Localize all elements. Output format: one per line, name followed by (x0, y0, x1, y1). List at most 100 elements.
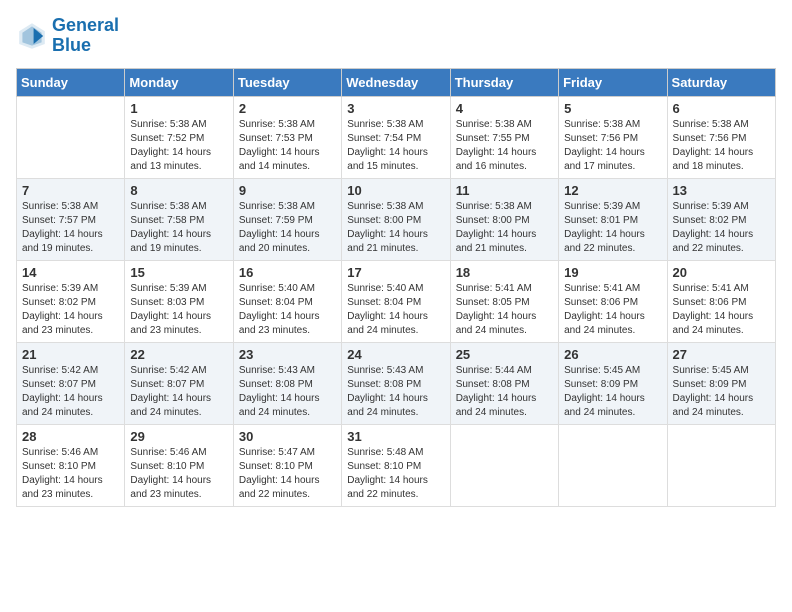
calendar-cell: 2 Sunrise: 5:38 AM Sunset: 7:53 PM Daylig… (233, 96, 341, 178)
calendar-cell: 8 Sunrise: 5:38 AM Sunset: 7:58 PM Daylig… (125, 178, 233, 260)
day-info: Sunrise: 5:38 AM Sunset: 7:52 PM Dayligh… (130, 118, 227, 174)
day-number: 1 (130, 101, 227, 116)
day-info: Sunrise: 5:46 AM Sunset: 8:10 PM Dayligh… (130, 446, 227, 502)
calendar-cell: 4 Sunrise: 5:38 AM Sunset: 7:55 PM Daylig… (450, 96, 558, 178)
col-header-friday: Friday (559, 68, 667, 96)
day-number: 4 (456, 101, 553, 116)
calendar-cell: 15 Sunrise: 5:39 AM Sunset: 8:03 PM Dayli… (125, 260, 233, 342)
day-info: Sunrise: 5:38 AM Sunset: 7:53 PM Dayligh… (239, 118, 336, 174)
day-info: Sunrise: 5:45 AM Sunset: 8:09 PM Dayligh… (564, 364, 661, 420)
day-info: Sunrise: 5:38 AM Sunset: 7:56 PM Dayligh… (673, 118, 770, 174)
calendar-cell: 20 Sunrise: 5:41 AM Sunset: 8:06 PM Dayli… (667, 260, 775, 342)
day-info: Sunrise: 5:41 AM Sunset: 8:06 PM Dayligh… (564, 282, 661, 338)
day-info: Sunrise: 5:38 AM Sunset: 7:56 PM Dayligh… (564, 118, 661, 174)
calendar-cell: 29 Sunrise: 5:46 AM Sunset: 8:10 PM Dayli… (125, 424, 233, 506)
day-number: 23 (239, 347, 336, 362)
calendar-cell: 17 Sunrise: 5:40 AM Sunset: 8:04 PM Dayli… (342, 260, 450, 342)
calendar-cell (450, 424, 558, 506)
day-number: 25 (456, 347, 553, 362)
day-number: 2 (239, 101, 336, 116)
page-header: General Blue (16, 16, 776, 56)
col-header-tuesday: Tuesday (233, 68, 341, 96)
day-info: Sunrise: 5:38 AM Sunset: 7:57 PM Dayligh… (22, 200, 119, 256)
logo: General Blue (16, 16, 119, 56)
col-header-saturday: Saturday (667, 68, 775, 96)
day-number: 29 (130, 429, 227, 444)
logo-text: General Blue (52, 16, 119, 56)
day-info: Sunrise: 5:39 AM Sunset: 8:03 PM Dayligh… (130, 282, 227, 338)
calendar-cell (667, 424, 775, 506)
day-info: Sunrise: 5:48 AM Sunset: 8:10 PM Dayligh… (347, 446, 444, 502)
calendar-cell (17, 96, 125, 178)
day-number: 26 (564, 347, 661, 362)
day-number: 17 (347, 265, 444, 280)
day-info: Sunrise: 5:38 AM Sunset: 8:00 PM Dayligh… (347, 200, 444, 256)
calendar-cell: 16 Sunrise: 5:40 AM Sunset: 8:04 PM Dayli… (233, 260, 341, 342)
day-info: Sunrise: 5:41 AM Sunset: 8:06 PM Dayligh… (673, 282, 770, 338)
calendar-cell: 30Sunrise: 5:47 AM Sunset: 8:10 PM Dayli… (233, 424, 341, 506)
day-info: Sunrise: 5:42 AM Sunset: 8:07 PM Dayligh… (130, 364, 227, 420)
day-info: Sunrise: 5:45 AM Sunset: 8:09 PM Dayligh… (673, 364, 770, 420)
day-number: 5 (564, 101, 661, 116)
calendar-cell: 7 Sunrise: 5:38 AM Sunset: 7:57 PM Daylig… (17, 178, 125, 260)
day-info: Sunrise: 5:38 AM Sunset: 7:58 PM Dayligh… (130, 200, 227, 256)
day-info: Sunrise: 5:40 AM Sunset: 8:04 PM Dayligh… (239, 282, 336, 338)
day-info: Sunrise: 5:41 AM Sunset: 8:05 PM Dayligh… (456, 282, 553, 338)
day-number: 15 (130, 265, 227, 280)
day-number: 11 (456, 183, 553, 198)
day-info: Sunrise: 5:40 AM Sunset: 8:04 PM Dayligh… (347, 282, 444, 338)
col-header-sunday: Sunday (17, 68, 125, 96)
calendar-cell: 28 Sunrise: 5:46 AM Sunset: 8:10 PM Dayli… (17, 424, 125, 506)
day-number: 28 (22, 429, 119, 444)
day-number: 6 (673, 101, 770, 116)
day-info: Sunrise: 5:38 AM Sunset: 8:00 PM Dayligh… (456, 200, 553, 256)
day-info: Sunrise: 5:39 AM Sunset: 8:02 PM Dayligh… (22, 282, 119, 338)
day-info: Sunrise: 5:39 AM Sunset: 8:02 PM Dayligh… (673, 200, 770, 256)
calendar-cell (559, 424, 667, 506)
day-number: 8 (130, 183, 227, 198)
day-info: Sunrise: 5:42 AM Sunset: 8:07 PM Dayligh… (22, 364, 119, 420)
calendar-cell: 24 Sunrise: 5:43 AM Sunset: 8:08 PM Dayli… (342, 342, 450, 424)
calendar-cell: 23 Sunrise: 5:43 AM Sunset: 8:08 PM Dayli… (233, 342, 341, 424)
calendar-cell: 26 Sunrise: 5:45 AM Sunset: 8:09 PM Dayli… (559, 342, 667, 424)
day-info: Sunrise: 5:46 AM Sunset: 8:10 PM Dayligh… (22, 446, 119, 502)
calendar-cell: 14 Sunrise: 5:39 AM Sunset: 8:02 PM Dayli… (17, 260, 125, 342)
day-number: 20 (673, 265, 770, 280)
day-number: 3 (347, 101, 444, 116)
day-number: 14 (22, 265, 119, 280)
calendar-cell: 27 Sunrise: 5:45 AM Sunset: 8:09 PM Dayli… (667, 342, 775, 424)
calendar-cell: 5 Sunrise: 5:38 AM Sunset: 7:56 PM Daylig… (559, 96, 667, 178)
calendar-cell: 13Sunrise: 5:39 AM Sunset: 8:02 PM Dayli… (667, 178, 775, 260)
calendar-cell: 11 Sunrise: 5:38 AM Sunset: 8:00 PM Dayli… (450, 178, 558, 260)
day-info: Sunrise: 5:44 AM Sunset: 8:08 PM Dayligh… (456, 364, 553, 420)
day-number: 9 (239, 183, 336, 198)
day-info: Sunrise: 5:47 AM Sunset: 8:10 PM Dayligh… (239, 446, 336, 502)
calendar-cell: 22 Sunrise: 5:42 AM Sunset: 8:07 PM Dayli… (125, 342, 233, 424)
day-info: Sunrise: 5:43 AM Sunset: 8:08 PM Dayligh… (239, 364, 336, 420)
day-info: Sunrise: 5:39 AM Sunset: 8:01 PM Dayligh… (564, 200, 661, 256)
day-info: Sunrise: 5:43 AM Sunset: 8:08 PM Dayligh… (347, 364, 444, 420)
calendar-table: SundayMondayTuesdayWednesdayThursdayFrid… (16, 68, 776, 507)
calendar-cell: 21 Sunrise: 5:42 AM Sunset: 8:07 PM Dayli… (17, 342, 125, 424)
day-number: 27 (673, 347, 770, 362)
calendar-cell: 18Sunrise: 5:41 AM Sunset: 8:05 PM Dayli… (450, 260, 558, 342)
calendar-cell: 19 Sunrise: 5:41 AM Sunset: 8:06 PM Dayli… (559, 260, 667, 342)
calendar-cell: 3Sunrise: 5:38 AM Sunset: 7:54 PM Daylig… (342, 96, 450, 178)
calendar-cell: 12 Sunrise: 5:39 AM Sunset: 8:01 PM Dayli… (559, 178, 667, 260)
day-number: 22 (130, 347, 227, 362)
col-header-thursday: Thursday (450, 68, 558, 96)
day-number: 24 (347, 347, 444, 362)
day-number: 16 (239, 265, 336, 280)
day-info: Sunrise: 5:38 AM Sunset: 7:55 PM Dayligh… (456, 118, 553, 174)
day-number: 31 (347, 429, 444, 444)
calendar-cell: 10Sunrise: 5:38 AM Sunset: 8:00 PM Dayli… (342, 178, 450, 260)
logo-icon (16, 20, 48, 52)
day-number: 21 (22, 347, 119, 362)
col-header-wednesday: Wednesday (342, 68, 450, 96)
day-number: 12 (564, 183, 661, 198)
calendar-cell: 6 Sunrise: 5:38 AM Sunset: 7:56 PM Daylig… (667, 96, 775, 178)
day-number: 19 (564, 265, 661, 280)
calendar-cell: 31 Sunrise: 5:48 AM Sunset: 8:10 PM Dayli… (342, 424, 450, 506)
calendar-cell: 25 Sunrise: 5:44 AM Sunset: 8:08 PM Dayli… (450, 342, 558, 424)
day-number: 7 (22, 183, 119, 198)
